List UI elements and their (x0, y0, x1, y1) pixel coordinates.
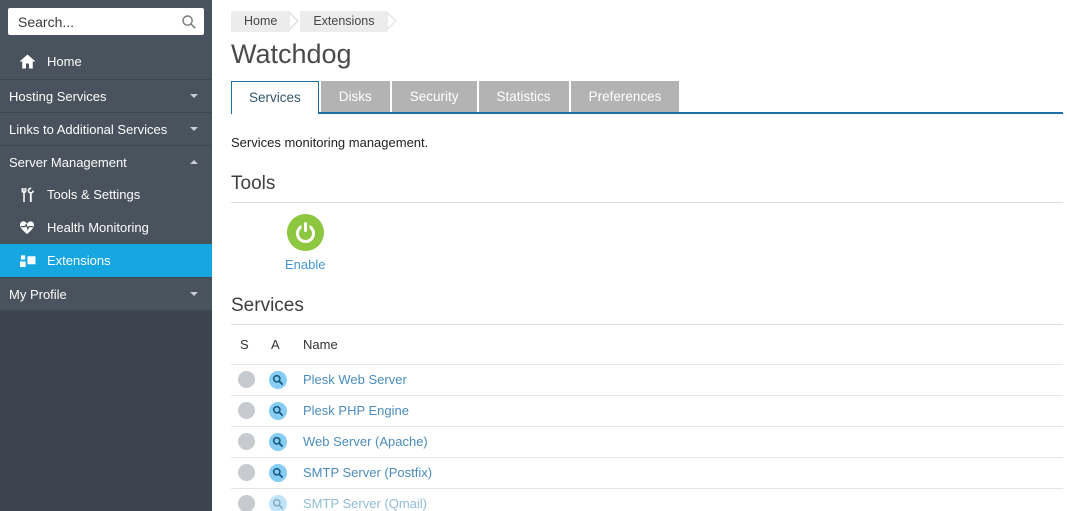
column-header-action: A (262, 325, 294, 364)
sidebar-item-label: Hosting Services (9, 89, 190, 104)
status-indicator (238, 402, 255, 419)
main-content: Home Extensions Watchdog Services Disks … (212, 0, 1067, 511)
service-link[interactable]: SMTP Server (Qmail) (303, 496, 427, 511)
sidebar-item-tools-settings[interactable]: Tools & Settings (0, 178, 212, 211)
monitor-settings-button[interactable] (269, 402, 287, 420)
breadcrumb: Home Extensions (231, 10, 1063, 32)
tools-icon (16, 187, 38, 203)
table-header-row: S A Name (231, 325, 1063, 364)
sidebar-item-label: Extensions (47, 253, 212, 268)
table-row: Plesk PHP Engine (231, 395, 1063, 426)
sidebar-filler (0, 310, 212, 511)
magnifier-icon (269, 464, 287, 482)
monitor-settings-button[interactable] (269, 464, 287, 482)
sidebar-item-label: Links to Additional Services (9, 122, 190, 137)
sidebar-item-label: Server Management (9, 155, 190, 170)
sidebar-item-label: My Profile (9, 287, 190, 302)
extensions-icon (16, 253, 38, 268)
table-row: SMTP Server (Qmail) (231, 488, 1063, 511)
tab-services[interactable]: Services (231, 81, 319, 114)
magnifier-icon (269, 371, 287, 389)
sidebar: Home Hosting Services Links to Additiona… (0, 0, 212, 511)
search-icon[interactable] (181, 14, 197, 30)
tab-bar: Services Disks Security Statistics Prefe… (231, 81, 1063, 114)
table-row: Web Server (Apache) (231, 426, 1063, 457)
page-description: Services monitoring management. (231, 135, 1063, 150)
app-window: Home Hosting Services Links to Additiona… (0, 0, 1067, 511)
column-header-status: S (231, 325, 262, 364)
sidebar-item-home[interactable]: Home (0, 43, 212, 79)
magnifier-icon (269, 433, 287, 451)
sidebar-item-label: Home (47, 54, 212, 69)
table-row: Plesk Web Server (231, 364, 1063, 395)
service-link[interactable]: SMTP Server (Postfix) (303, 465, 432, 480)
chevron-down-icon (190, 94, 198, 98)
enable-button-label: Enable (285, 257, 325, 272)
chevron-up-icon (190, 160, 198, 164)
table-row: SMTP Server (Postfix) (231, 457, 1063, 488)
magnifier-icon (269, 495, 287, 511)
monitor-settings-button[interactable] (269, 433, 287, 451)
magnifier-icon (269, 402, 287, 420)
monitor-settings-button[interactable] (269, 371, 287, 389)
column-header-name: Name (294, 325, 1063, 364)
services-section-heading: Services (231, 295, 1063, 325)
sidebar-item-server-management[interactable]: Server Management (0, 145, 212, 178)
sidebar-item-label: Tools & Settings (47, 187, 212, 202)
tab-disks[interactable]: Disks (321, 81, 390, 112)
page-title: Watchdog (231, 39, 1063, 70)
tab-security[interactable]: Security (392, 81, 477, 112)
sidebar-item-hosting-services[interactable]: Hosting Services (0, 79, 212, 112)
services-table: S A Name Plesk Web Server (231, 325, 1063, 511)
health-monitoring-icon (16, 220, 38, 235)
power-icon (287, 214, 324, 251)
breadcrumb-extensions[interactable]: Extensions (300, 11, 387, 32)
service-link[interactable]: Web Server (Apache) (303, 434, 428, 449)
service-link[interactable]: Plesk Web Server (303, 372, 407, 387)
sidebar-search (0, 0, 212, 43)
sidebar-item-health-monitoring[interactable]: Health Monitoring (0, 211, 212, 244)
tab-preferences[interactable]: Preferences (571, 81, 680, 112)
status-indicator (238, 495, 255, 511)
enable-button[interactable]: Enable (285, 214, 325, 272)
status-indicator (238, 371, 255, 388)
chevron-down-icon (190, 127, 198, 131)
search-input[interactable] (8, 8, 204, 35)
home-icon (16, 54, 38, 69)
status-indicator (238, 464, 255, 481)
tools-section-heading: Tools (231, 173, 1063, 203)
status-indicator (238, 433, 255, 450)
service-link[interactable]: Plesk PHP Engine (303, 403, 409, 418)
sidebar-item-links-to-additional-services[interactable]: Links to Additional Services (0, 112, 212, 145)
monitor-settings-button[interactable] (269, 495, 287, 511)
sidebar-item-extensions[interactable]: Extensions (0, 244, 212, 277)
tab-statistics[interactable]: Statistics (479, 81, 569, 112)
sidebar-item-label: Health Monitoring (47, 220, 212, 235)
chevron-down-icon (190, 292, 198, 296)
sidebar-item-my-profile[interactable]: My Profile (0, 277, 212, 310)
